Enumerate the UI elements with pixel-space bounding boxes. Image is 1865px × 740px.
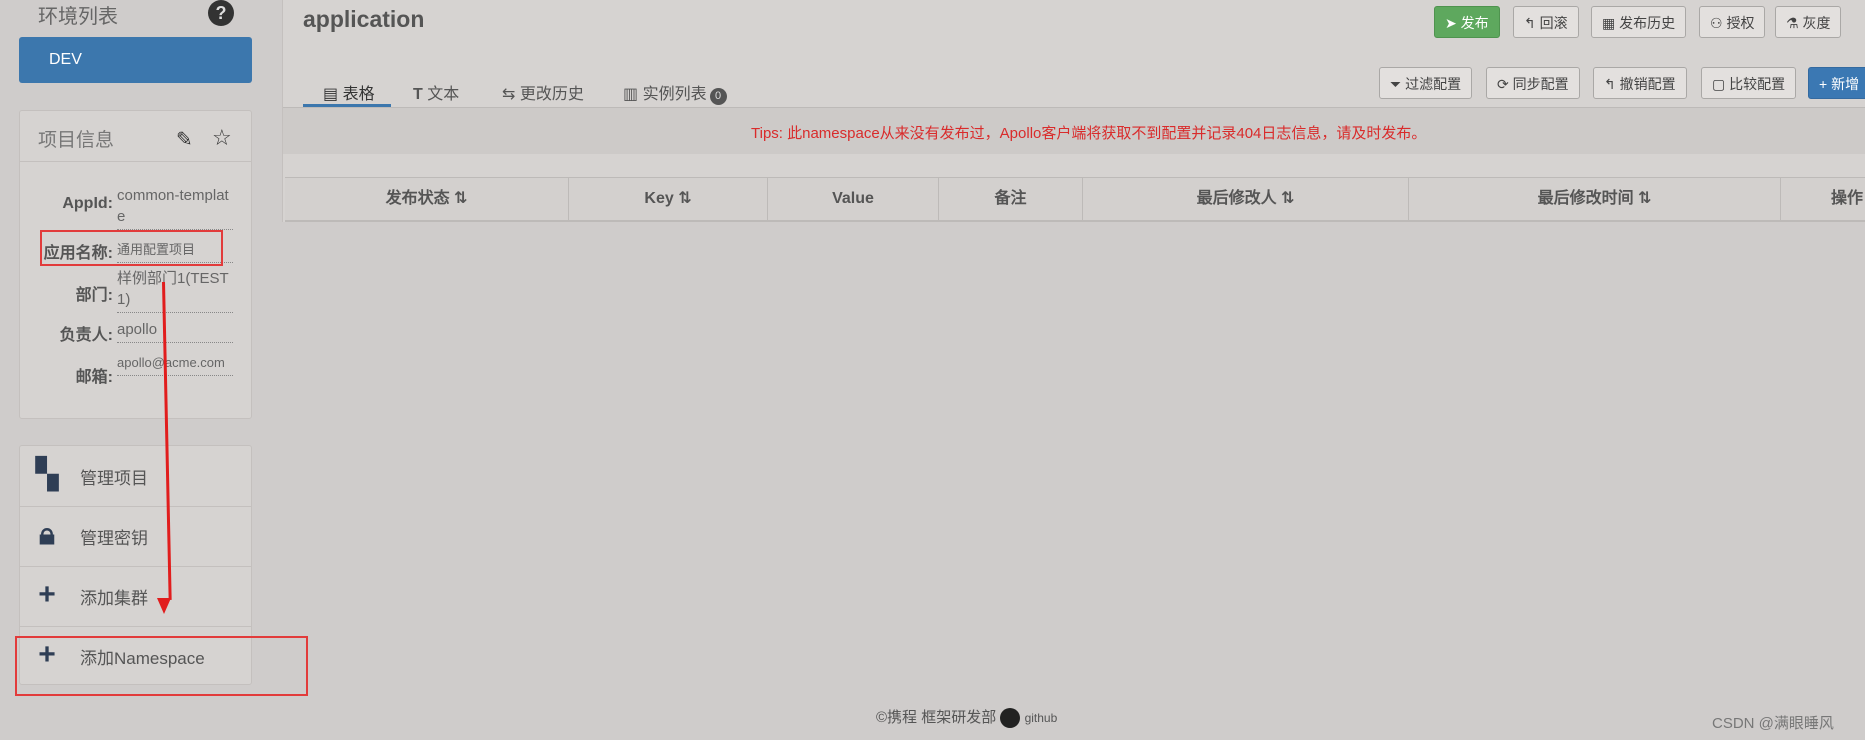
tab-text[interactable]: T 文本	[413, 80, 459, 104]
tab-table[interactable]: ▤ 表格	[323, 80, 375, 104]
env-item-dev[interactable]: DEV	[19, 37, 252, 83]
compare-config-button[interactable]: ▢ 比较配置	[1701, 67, 1797, 99]
publish-label: 发布	[1460, 15, 1489, 31]
rollback-button[interactable]: ↰ 回滚	[1513, 6, 1579, 38]
menu-label-add-cluster: 添加集群	[80, 589, 148, 608]
watermark: CSDN @满眼睡风	[1712, 715, 1834, 732]
th-modified-by-label: 最后修改人	[1196, 190, 1277, 207]
gray-release-button[interactable]: ⚗ 灰度	[1775, 6, 1842, 38]
help-icon[interactable]: ?	[208, 0, 234, 26]
sort-icon: ⇅	[454, 190, 468, 207]
edit-icon[interactable]: ✎	[176, 127, 193, 152]
publish-button[interactable]: ➤ 发布	[1434, 6, 1500, 38]
star-icon[interactable]: ☆	[212, 125, 232, 151]
authorize-label: 授权	[1726, 15, 1755, 31]
th-publish-status[interactable]: 发布状态 ⇅	[285, 178, 569, 220]
release-history-button[interactable]: ▦ 发布历史	[1591, 6, 1687, 38]
github-link[interactable]: github	[1025, 711, 1058, 725]
th-key[interactable]: Key ⇅	[569, 178, 768, 220]
th-actions-label: 操作	[1831, 190, 1864, 207]
annotation-box-app-name	[40, 230, 223, 266]
th-key-label: Key	[644, 190, 674, 207]
appid-label: AppId:	[62, 195, 113, 212]
sync-config-label: 同步配置	[1512, 76, 1569, 92]
sort-icon: ⇅	[678, 190, 692, 207]
email-value: apollo@acme.com	[117, 352, 233, 376]
gray-release-label: 灰度	[1802, 15, 1831, 31]
menu-label-manage-project: 管理项目	[80, 469, 148, 488]
copyright-text: ©携程 框架研发部	[876, 709, 997, 726]
th-value: Value	[768, 178, 939, 220]
owner-value: apollo	[117, 319, 233, 343]
sort-icon: ⇅	[1281, 190, 1295, 207]
tab-text-label: 文本	[427, 86, 460, 103]
th-comment: 备注	[939, 178, 1083, 220]
project-info-header: 项目信息 ✎ ☆	[20, 111, 251, 162]
owner-label: 负责人:	[59, 327, 113, 344]
instances-count-badge: 0	[709, 88, 727, 105]
tab-instances-label: 实例列表	[642, 86, 707, 103]
dept-value: 样例部门1(TEST1)	[117, 268, 233, 313]
email-label: 邮箱:	[75, 369, 113, 386]
sort-icon: ⇅	[1638, 190, 1652, 207]
config-table-header: 发布状态 ⇅ Key ⇅ Value 备注 最后修改人 ⇅ 最后修改时间 ⇅ 操…	[285, 177, 1865, 222]
plus-icon: +	[38, 578, 56, 611]
tab-table-label: 表格	[342, 86, 375, 103]
sync-config-button[interactable]: ⟳ 同步配置	[1486, 67, 1580, 99]
rollback-label: 回滚	[1539, 15, 1568, 31]
th-publish-status-label: 发布状态	[385, 190, 450, 207]
th-actions: 操作	[1781, 178, 1865, 220]
revoke-config-label: 撤销配置	[1619, 76, 1676, 92]
th-modified-time-label: 最后修改时间	[1537, 190, 1634, 207]
tab-history-label: 更改历史	[519, 86, 584, 103]
footer: ©携程 框架研发部 github	[876, 706, 1058, 729]
th-value-label: Value	[832, 190, 874, 207]
appid-value: common-template	[117, 185, 233, 230]
namespace-panel: application ➤ 发布 ↰ 回滚 ▦ 发布历史 ⚇ 授权 ⚗ 灰度 ▤…	[282, 0, 1865, 222]
tab-change-history[interactable]: ⇆ 更改历史	[502, 80, 584, 104]
project-info-title: 项目信息	[38, 130, 115, 151]
revoke-config-button[interactable]: ↰ 撤销配置	[1593, 67, 1687, 99]
authorize-button[interactable]: ⚇ 授权	[1699, 6, 1766, 38]
menu-item-add-cluster[interactable]: + 添加集群	[20, 566, 251, 627]
github-icon	[1000, 708, 1021, 729]
lock-icon: 🔒︎	[39, 518, 55, 551]
menu-item-manage-secret[interactable]: 🔒︎ 管理密钥	[20, 506, 251, 567]
dept-label: 部门:	[75, 287, 113, 304]
menu-item-manage-project[interactable]: ▚ 管理项目	[20, 446, 251, 507]
th-modified-time[interactable]: 最后修改时间 ⇅	[1409, 178, 1781, 220]
menu-label-manage-secret: 管理密钥	[80, 529, 148, 548]
th-modified-by[interactable]: 最后修改人 ⇅	[1083, 178, 1409, 220]
dashboard-icon: ▚	[35, 458, 59, 491]
tips-message: Tips: 此namespace从来没有发布过，Apollo客户端将获取不到配置…	[751, 125, 1427, 142]
th-comment-label: 备注	[994, 190, 1027, 207]
annotation-box-add-namespace	[15, 636, 308, 696]
env-list-title: 环境列表	[38, 6, 118, 28]
filter-config-button[interactable]: ⏷ 过滤配置	[1379, 67, 1473, 99]
namespace-title: application	[303, 6, 425, 32]
compare-config-label: 比较配置	[1729, 76, 1786, 92]
annotation-arrow-head	[157, 598, 171, 614]
release-history-label: 发布历史	[1619, 15, 1676, 31]
tab-instances[interactable]: ▥ 实例列表 0	[623, 80, 727, 105]
add-config-button[interactable]: + 新增	[1808, 67, 1865, 99]
add-config-label: 新增	[1831, 76, 1860, 92]
filter-config-label: 过滤配置	[1405, 76, 1462, 92]
